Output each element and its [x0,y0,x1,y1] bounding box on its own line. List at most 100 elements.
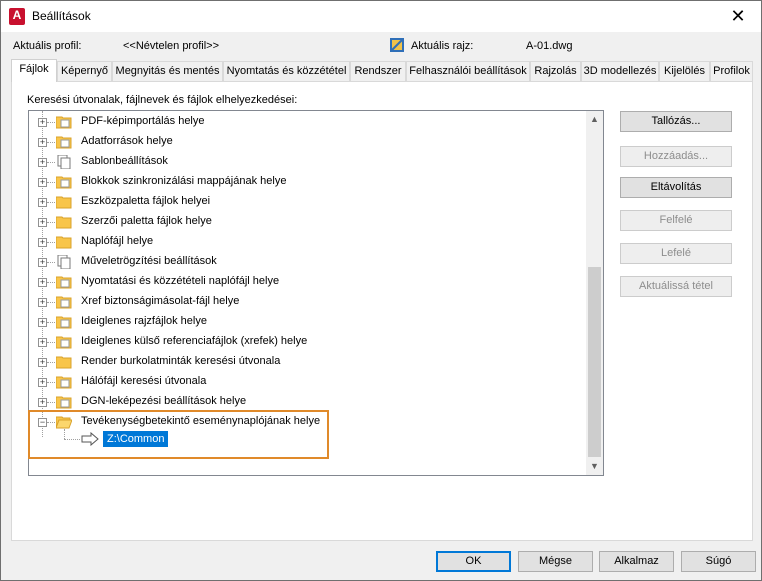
documents-icon [57,255,71,269]
tree-item[interactable]: + Hálófájl keresési útvonala [29,372,589,392]
expand-icon[interactable]: + [38,398,47,407]
folder-icon [56,296,72,309]
tree-item[interactable]: + Naplófájl helye [29,232,589,252]
move-up-button[interactable]: Felfelé [620,210,732,231]
tab-user-preferences[interactable]: Felhasználói beállítások [406,61,530,81]
expand-icon[interactable]: + [38,298,47,307]
expand-icon[interactable]: + [38,218,47,227]
tree-item-label: Blokkok szinkronizálási mappájának helye [81,175,287,187]
tab-open-save[interactable]: Megnyitás és mentés [112,61,223,81]
expand-icon[interactable]: + [38,238,47,247]
search-paths-label: Keresési útvonalak, fájlnevek és fájlok … [27,94,298,106]
expand-icon[interactable]: + [38,278,47,287]
expand-icon[interactable]: + [38,258,47,267]
folder-icon [56,396,72,409]
folder-icon [56,176,72,189]
tree-item[interactable]: + Sablonbeállítások [29,152,589,172]
tree-item[interactable]: + Ideiglenes külső referenciafájlok (xre… [29,332,589,352]
folder-icon [56,356,72,369]
expand-icon[interactable]: + [38,358,47,367]
close-icon[interactable]: ✕ [715,1,761,32]
tab-files[interactable]: Fájlok [11,59,57,82]
tree-item[interactable]: + Xref biztonságimásolat-fájl helye [29,292,589,312]
tree-item[interactable]: + Nyomtatási és közzétételi naplófájl he… [29,272,589,292]
browse-button[interactable]: Tallózás... [620,111,732,132]
expand-icon[interactable]: + [38,378,47,387]
child-guide-line [64,439,80,440]
title-bar: A Beállítások ✕ [1,1,761,32]
move-down-button[interactable]: Lefelé [620,243,732,264]
expand-icon[interactable]: + [38,178,47,187]
remove-button[interactable]: Eltávolítás [620,177,732,198]
tab-selection[interactable]: Kijelölés [659,61,710,81]
cancel-button[interactable]: Mégse [518,551,593,572]
tree-item[interactable]: + Műveletrögzítési beállítások [29,252,589,272]
set-current-button[interactable]: Aktuálissá tétel [620,276,732,297]
folder-icon [56,376,72,389]
folder-icon [56,316,72,329]
add-button[interactable]: Hozzáadás... [620,146,732,167]
tree-item-label: Xref biztonságimásolat-fájl helye [81,295,240,307]
tree-item-label: DGN-leképezési beállítások helye [81,395,247,407]
tree-item-label: Hálófájl keresési útvonala [81,375,207,387]
tree-item[interactable]: + DGN-leképezési beállítások helye [29,392,589,412]
scroll-down-icon[interactable]: ▼ [586,458,603,475]
tree-item-label: PDF-képimportálás helye [81,115,205,127]
autocad-app-icon: A [9,8,25,25]
tree-item[interactable]: + Blokkok szinkronizálási mappájának hel… [29,172,589,192]
tree-item[interactable]: + Ideiglenes rajzfájlok helye [29,312,589,332]
search-paths-tree[interactable]: + PDF-képimportálás helye + Adatforrások… [28,110,604,476]
tree-item[interactable]: + Eszközpaletta fájlok helyei [29,192,589,212]
tab-profiles[interactable]: Profilok [710,61,753,81]
folder-open-icon [56,416,72,429]
tree-item-label: Szerzői paletta fájlok helye [81,215,212,227]
expand-icon[interactable]: + [38,158,47,167]
tree-item-label: Sablonbeállítások [81,155,168,167]
tree-item-label: Eszközpaletta fájlok helyei [81,195,211,207]
tab-system[interactable]: Rendszer [350,61,406,81]
tab-3d-modeling[interactable]: 3D modellezés [581,61,659,81]
tree-item-label: Adatforrások helye [81,135,173,147]
arrow-right-icon [81,432,99,446]
tree-item-expanded[interactable]: − Tevékenységbetekintő eseménynaplójának… [29,412,589,432]
tree-scrollbar[interactable]: ▲ ▼ [586,111,603,475]
folder-icon [56,236,72,249]
tree-item[interactable]: + Adatforrások helye [29,132,589,152]
expand-icon[interactable]: + [38,118,47,127]
tree-item-label: Nyomtatási és közzétételi naplófájl hely… [81,275,280,287]
drawing-file-icon [390,38,404,52]
ok-button[interactable]: OK [436,551,511,572]
current-profile-value: <<Névtelen profil>> [123,40,220,52]
collapse-icon[interactable]: − [38,418,47,427]
expand-icon[interactable]: + [38,198,47,207]
folder-icon [56,336,72,349]
scroll-up-icon[interactable]: ▲ [586,111,603,128]
folder-icon [56,216,72,229]
expand-icon[interactable]: + [38,138,47,147]
tree-item-label: Naplófájl helye [81,235,154,247]
tree-item-label: Műveletrögzítési beállítások [81,255,217,267]
window-title: Beállítások [32,9,91,23]
apply-button[interactable]: Alkalmaz [599,551,674,572]
tree-item[interactable]: + Szerzői paletta fájlok helye [29,212,589,232]
options-dialog: A Beállítások ✕ Aktuális profil: <<Névte… [0,0,762,581]
current-profile-label: Aktuális profil: [13,40,82,52]
folder-icon [56,136,72,149]
tree-item[interactable]: + Render burkolatminták keresési útvonal… [29,352,589,372]
folder-icon [56,116,72,129]
help-button[interactable]: Súgó [681,551,756,572]
tree-item-label: Ideiglenes külső referenciafájlok (xrefe… [81,335,308,347]
tree-item-label: Render burkolatminták keresési útvonala [81,355,281,367]
tab-plot-publish[interactable]: Nyomtatás és közzététel [223,61,350,81]
scrollbar-thumb[interactable] [588,267,601,457]
tree-item[interactable]: + PDF-képimportálás helye [29,112,589,132]
tree-item-label: Ideiglenes rajzfájlok helye [81,315,207,327]
files-tab-panel: Keresési útvonalak, fájlnevek és fájlok … [11,81,753,541]
folder-icon [56,276,72,289]
current-drawing-label: Aktuális rajz: [411,40,474,52]
tab-display[interactable]: Képernyő [57,61,112,81]
expand-icon[interactable]: + [38,318,47,327]
tab-drafting[interactable]: Rajzolás [530,61,581,81]
expand-icon[interactable]: + [38,338,47,347]
selected-path-item[interactable]: Z:\Common [103,431,169,447]
